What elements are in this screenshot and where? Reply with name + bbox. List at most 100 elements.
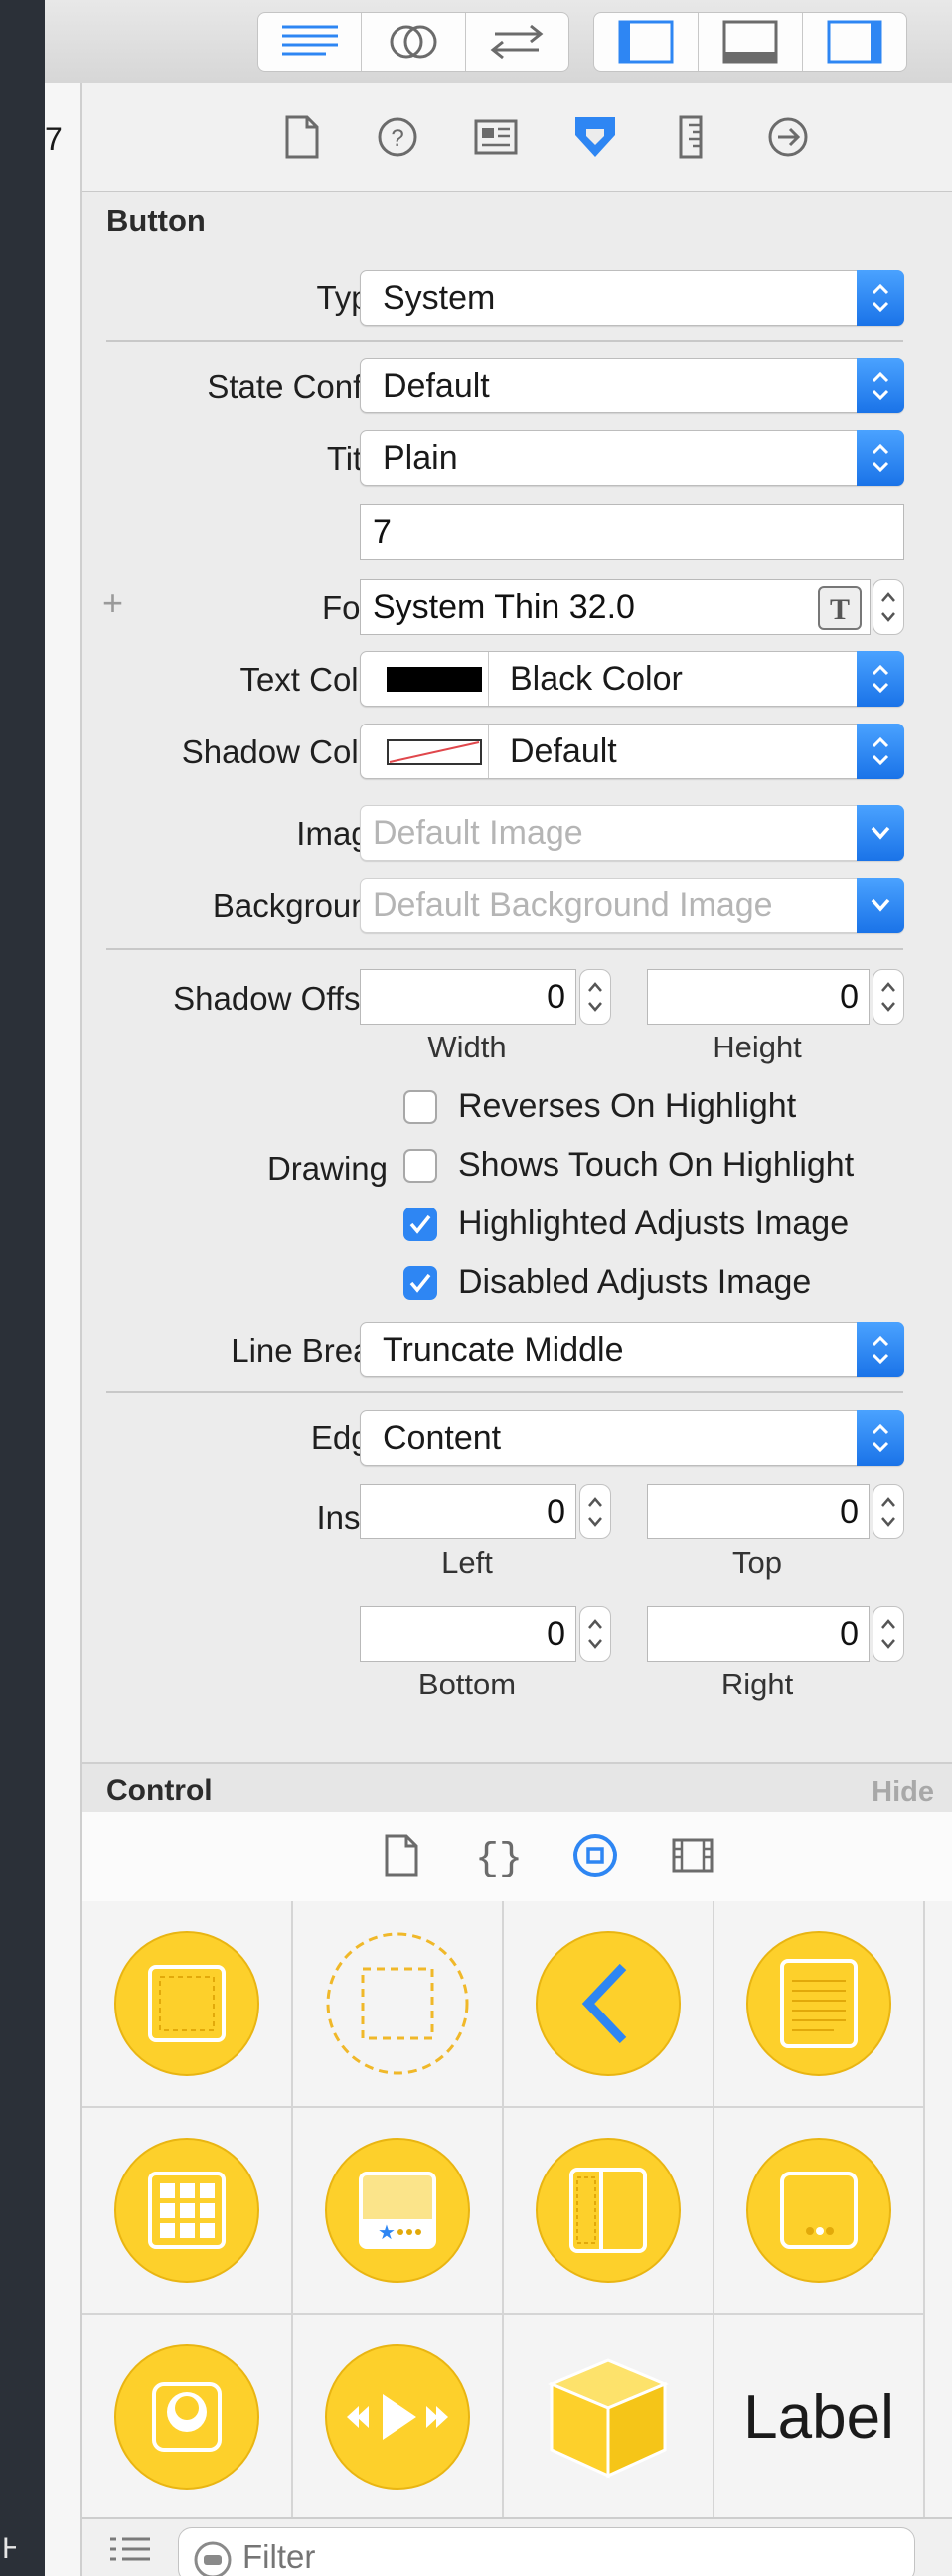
view-icon	[114, 1931, 259, 2076]
hide-button[interactable]: Hide	[872, 1776, 934, 1809]
shadow-offset-width-field[interactable]: 0	[360, 969, 576, 1025]
stepper-arrows-icon	[881, 1619, 895, 1649]
inset-left-field[interactable]: 0	[360, 1484, 576, 1539]
xcode-utilities-panel: 7 ? Button Type System State Config Defa…	[45, 0, 952, 2576]
media-controls-icon	[325, 2344, 470, 2490]
add-variation-button[interactable]: +	[102, 582, 123, 624]
bottom-panel-icon	[722, 20, 778, 64]
library-item-label[interactable]: Label	[714, 2315, 925, 2521]
library-item-text-view[interactable]	[714, 1901, 925, 2108]
library-item-view[interactable]	[82, 1901, 293, 2108]
list-view-icon[interactable]	[108, 2533, 152, 2573]
type-value: System	[383, 279, 496, 317]
shadow-offset-width-stepper[interactable]	[579, 969, 611, 1025]
stepper-arrows-icon	[588, 1497, 602, 1527]
highlighted-adjusts-image-checkbox[interactable]	[403, 1208, 437, 1241]
font-field[interactable]: System Thin 32.0 T	[360, 579, 871, 635]
font-size-stepper[interactable]	[873, 579, 904, 635]
type-popup[interactable]: System	[360, 270, 904, 326]
standard-editor-icon	[281, 25, 338, 56]
stepper-arrows-icon	[588, 1619, 602, 1649]
line-break-popup[interactable]: Truncate Middle	[360, 1322, 904, 1377]
inset-top-stepper[interactable]	[873, 1484, 904, 1539]
connections-inspector-tab[interactable]	[766, 115, 810, 159]
attributes-inspector-tab[interactable]	[571, 115, 615, 159]
inset-left-stepper[interactable]	[579, 1484, 611, 1539]
file-icon	[285, 115, 319, 159]
reverses-on-highlight-label: Reverses On Highlight	[458, 1087, 797, 1125]
library-item-tab-bar[interactable]: ★	[293, 2108, 504, 2315]
svg-text:★: ★	[378, 2220, 396, 2244]
standard-editor-button[interactable]	[258, 13, 363, 71]
left-panel-icon	[618, 20, 674, 64]
library-item-scenekit-view[interactable]	[504, 2315, 714, 2521]
updown-chevron-icon	[857, 724, 904, 779]
identity-inspector-tab[interactable]	[474, 115, 518, 159]
filter-field[interactable]	[178, 2527, 915, 2576]
state-config-popup[interactable]: Default	[360, 358, 904, 413]
inset-right-stepper[interactable]	[873, 1606, 904, 1662]
inset-top-caption: Top	[732, 1545, 782, 1580]
library-item-media-controls[interactable]	[293, 2315, 504, 2521]
image-placeholder: Default Image	[373, 814, 583, 852]
checkmark-icon	[409, 1273, 431, 1293]
text-color-popup[interactable]: Black Color	[360, 651, 904, 707]
reverses-on-highlight-checkbox[interactable]	[403, 1090, 437, 1124]
media-library-tab[interactable]	[669, 1832, 716, 1879]
swatch-divider	[488, 724, 489, 778]
type-label: Type	[316, 279, 388, 316]
code-snippet-library-tab[interactable]: {}	[475, 1832, 523, 1879]
library-item-container-view[interactable]	[293, 1901, 504, 2108]
shadow-offset-height-field[interactable]: 0	[647, 969, 870, 1025]
shadow-color-popup[interactable]: Default	[360, 724, 904, 779]
back-chevron-icon	[536, 1931, 681, 2076]
text-color-value: Black Color	[510, 660, 683, 698]
shadow-offset-height-value: 0	[840, 978, 859, 1016]
filter-input[interactable]	[240, 2536, 841, 2576]
file-inspector-tab[interactable]	[279, 115, 323, 159]
assistant-editor-icon	[390, 25, 437, 59]
background-combo[interactable]: Default Background Image	[360, 878, 904, 933]
size-inspector-tab[interactable]	[669, 115, 713, 159]
inset-bottom-field[interactable]: 0	[360, 1606, 576, 1662]
shows-touch-on-highlight-checkbox[interactable]	[403, 1149, 437, 1183]
title-type-popup[interactable]: Plain	[360, 430, 904, 486]
library-item-collection-view[interactable]	[82, 2108, 293, 2315]
checkmark-icon	[409, 1214, 431, 1234]
edge-popup[interactable]: Content	[360, 1410, 904, 1466]
file-template-library-tab[interactable]	[377, 1832, 424, 1879]
state-config-label: State Config	[207, 368, 388, 404]
utilities-toggle-button[interactable]	[803, 13, 906, 71]
assistant-editor-button[interactable]	[362, 13, 466, 71]
shadow-offset-height-stepper[interactable]	[873, 969, 904, 1025]
shadow-color-label: Shadow Color	[181, 733, 388, 770]
updown-chevron-icon	[857, 1322, 904, 1377]
line-break-value: Truncate Middle	[383, 1331, 624, 1368]
library-item-image-view[interactable]	[82, 2315, 293, 2521]
inset-right-field[interactable]: 0	[647, 1606, 870, 1662]
debug-area-toggle-button[interactable]	[699, 13, 803, 71]
navigator-toggle-button[interactable]	[594, 13, 699, 71]
container-view-icon	[326, 1932, 469, 2075]
object-library-tab[interactable]	[571, 1832, 619, 1879]
image-combo[interactable]: Default Image	[360, 805, 904, 861]
updown-chevron-icon	[857, 1410, 904, 1466]
cube-icon	[548, 2358, 669, 2479]
quick-help-tab[interactable]: ?	[376, 115, 419, 159]
edge-value: Content	[383, 1419, 502, 1457]
library-item-back-chevron[interactable]	[504, 1901, 714, 2108]
toolbar	[45, 0, 952, 84]
text-color-label: Text Color	[239, 661, 388, 698]
title-text-field[interactable]: 7	[360, 504, 904, 560]
library-item-split-view[interactable]	[504, 2108, 714, 2315]
font-picker-icon[interactable]: T	[818, 586, 862, 630]
inset-bottom-stepper[interactable]	[579, 1606, 611, 1662]
library-item-page-control[interactable]	[714, 2108, 925, 2315]
version-editor-button[interactable]	[466, 13, 568, 71]
disabled-adjusts-image-checkbox[interactable]	[403, 1266, 437, 1300]
updown-chevron-icon	[857, 358, 904, 413]
state-config-value: Default	[383, 367, 490, 404]
collection-view-icon	[114, 2138, 259, 2283]
inset-top-field[interactable]: 0	[647, 1484, 870, 1539]
width-caption: Width	[427, 1030, 507, 1064]
